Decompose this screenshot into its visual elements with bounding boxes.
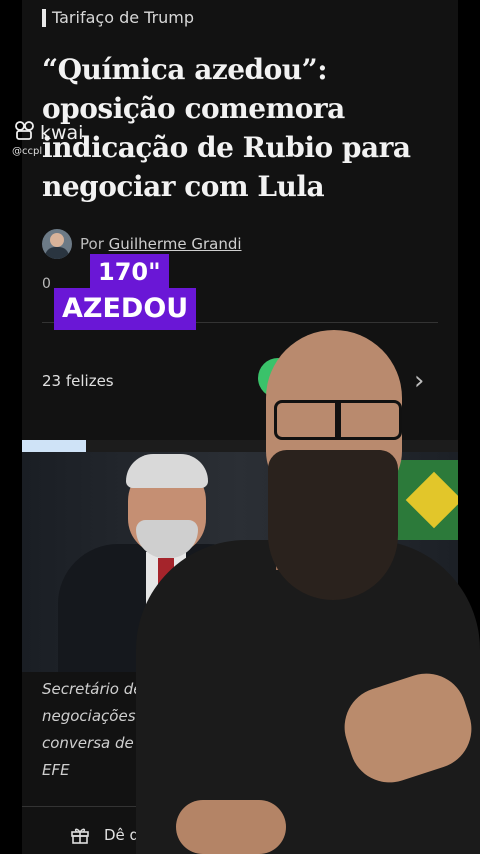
kwai-brand: kwai: [40, 121, 84, 144]
presenter-glasses: [274, 400, 402, 440]
publish-date: 0: [42, 276, 51, 292]
headline-line: oposição comemora: [42, 92, 345, 125]
headline-line: negociar com Lula: [42, 170, 325, 203]
presenter-hand-left: [176, 800, 286, 854]
presenter-beard: [268, 450, 398, 600]
presenter-video-overlay: [136, 330, 480, 854]
author-text: Por Guilherme Grandi: [80, 235, 242, 253]
overlay-line-1: 170": [90, 254, 169, 290]
author-name-link[interactable]: Guilherme Grandi: [109, 235, 242, 253]
headline: “Química azedou”: oposição comemora indi…: [42, 50, 432, 206]
section-tag[interactable]: Tarifaço de Trump: [42, 8, 194, 27]
section-tag-label: Tarifaço de Trump: [52, 8, 195, 27]
author-avatar[interactable]: [42, 229, 72, 259]
kwai-username: @ccpl: [12, 146, 43, 157]
kwai-logo-icon: [14, 120, 36, 145]
tag-bar: [42, 8, 46, 27]
stage-light: [22, 440, 86, 452]
author-prefix: Por: [80, 235, 104, 253]
kwai-watermark: kwai: [14, 120, 83, 145]
overlay-line-2: AZEDOU: [54, 288, 197, 330]
headline-line: indicação de Rubio para: [42, 131, 411, 164]
reactions-count[interactable]: 23 felizes: [42, 372, 114, 390]
gift-icon: [70, 826, 90, 844]
headline-line: “Química azedou”:: [42, 53, 328, 86]
